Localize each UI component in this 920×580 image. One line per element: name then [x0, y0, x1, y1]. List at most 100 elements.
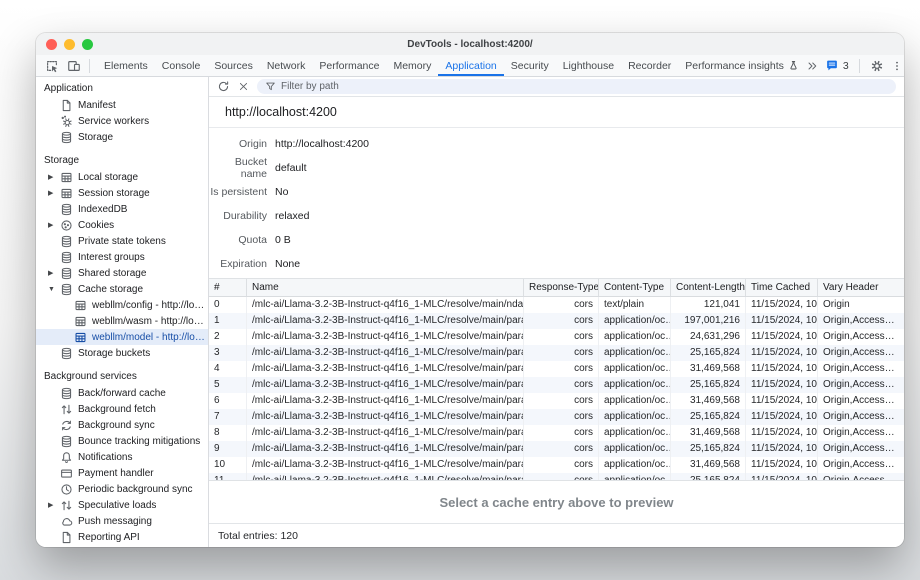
sidebar-item-manifest[interactable]: Manifest — [36, 97, 208, 113]
device-toolbar-icon[interactable] — [64, 57, 84, 75]
table-cell: 31,469,568 — [671, 361, 746, 377]
kebab-menu-icon[interactable] — [891, 59, 903, 73]
sidebar-item-session-storage[interactable]: Session storage — [36, 185, 208, 201]
table-row[interactable]: 6/mlc-ai/Llama-3.2-3B-Instruct-q4f16_1-M… — [209, 393, 904, 409]
column-header-name[interactable]: Name — [247, 279, 524, 296]
tab-memory[interactable]: Memory — [386, 55, 438, 76]
issues-counter[interactable]: 3 — [825, 59, 849, 72]
tab-performance-insights[interactable]: Performance insights — [678, 55, 806, 76]
minimize-button[interactable] — [64, 39, 75, 50]
sidebar-item-webllm-model-http-loc[interactable]: webllm/model - http://loc… — [36, 329, 208, 345]
tab-sources[interactable]: Sources — [207, 55, 260, 76]
tab-security[interactable]: Security — [504, 55, 556, 76]
delete-selected-icon[interactable] — [238, 81, 249, 92]
grid-header-row[interactable]: #NameResponse-TypeContent-TypeContent-Le… — [209, 279, 904, 297]
table-row[interactable]: 0/mlc-ai/Llama-3.2-3B-Instruct-q4f16_1-M… — [209, 297, 904, 313]
zoom-button[interactable] — [82, 39, 93, 50]
table-cell: cors — [524, 345, 599, 361]
column-header-response-type[interactable]: Response-Type — [524, 279, 599, 296]
sidebar-item-periodic-background-sync[interactable]: Periodic background sync — [36, 481, 208, 497]
column-header-content-length[interactable]: Content-Length — [671, 279, 746, 296]
table-cell: /mlc-ai/Llama-3.2-3B-Instruct-q4f16_1-ML… — [247, 345, 524, 361]
sidebar-item-notifications[interactable]: Notifications — [36, 449, 208, 465]
toolbar-right-icons: 3 — [806, 55, 904, 76]
grid-body[interactable]: 0/mlc-ai/Llama-3.2-3B-Instruct-q4f16_1-M… — [209, 297, 904, 480]
tab-network[interactable]: Network — [260, 55, 313, 76]
table-row[interactable]: 2/mlc-ai/Llama-3.2-3B-Instruct-q4f16_1-M… — [209, 329, 904, 345]
tab-recorder[interactable]: Recorder — [621, 55, 678, 76]
settings-gear-icon[interactable] — [870, 59, 884, 73]
table-cell: cors — [524, 361, 599, 377]
table-row[interactable]: 5/mlc-ai/Llama-3.2-3B-Instruct-q4f16_1-M… — [209, 377, 904, 393]
database-icon — [60, 251, 73, 264]
chevron-right-icon[interactable] — [48, 497, 53, 513]
table-row[interactable]: 1/mlc-ai/Llama-3.2-3B-Instruct-q4f16_1-M… — [209, 313, 904, 329]
sidebar-item-storage[interactable]: Storage — [36, 129, 208, 145]
sidebar-item-cookies[interactable]: Cookies — [36, 217, 208, 233]
sidebar-item-label: Interest groups — [78, 252, 208, 263]
more-tabs-icon[interactable] — [806, 60, 818, 72]
table-row[interactable]: 8/mlc-ai/Llama-3.2-3B-Instruct-q4f16_1-M… — [209, 425, 904, 441]
chevron-down-icon[interactable] — [48, 281, 55, 297]
chevron-right-icon[interactable] — [48, 169, 53, 185]
total-entries: Total entries: 120 — [218, 530, 298, 542]
sidebar-item-payment-handler[interactable]: Payment handler — [36, 465, 208, 481]
sidebar-item-speculative-loads[interactable]: Speculative loads — [36, 497, 208, 513]
tab-performance[interactable]: Performance — [312, 55, 386, 76]
table-cell: 11/15/2024, 10… — [746, 457, 818, 473]
sidebar-item-push-messaging[interactable]: Push messaging — [36, 513, 208, 529]
table-cell: application/oc… — [599, 377, 671, 393]
sidebar-item-storage-buckets[interactable]: Storage buckets — [36, 345, 208, 361]
service-worker-icon — [60, 115, 73, 128]
table-cell: 25,165,824 — [671, 441, 746, 457]
column-header-content-type[interactable]: Content-Type — [599, 279, 671, 296]
sidebar-item-webllm-wasm-http-loca[interactable]: webllm/wasm - http://loca… — [36, 313, 208, 329]
table-row[interactable]: 11/mlc-ai/Llama-3.2-3B-Instruct-q4f16_1-… — [209, 473, 904, 480]
refresh-icon[interactable] — [217, 80, 230, 93]
table-icon — [74, 299, 87, 312]
table-icon — [60, 171, 73, 184]
sidebar-item-local-storage[interactable]: Local storage — [36, 169, 208, 185]
sidebar-item-service-workers[interactable]: Service workers — [36, 113, 208, 129]
sidebar-item-interest-groups[interactable]: Interest groups — [36, 249, 208, 265]
table-cell: cors — [524, 425, 599, 441]
close-button[interactable] — [46, 39, 57, 50]
column-header-[interactable]: # — [209, 279, 247, 296]
filter-by-path-input[interactable]: Filter by path — [257, 79, 896, 94]
chevron-right-icon[interactable] — [48, 185, 53, 201]
sidebar-item-reporting-api[interactable]: Reporting API — [36, 529, 208, 545]
tab-console[interactable]: Console — [155, 55, 208, 76]
sidebar-item-cache-storage[interactable]: Cache storage — [36, 281, 208, 297]
table-cell: 11/15/2024, 10… — [746, 361, 818, 377]
sidebar-item-back-forward-cache[interactable]: Back/forward cache — [36, 385, 208, 401]
sidebar-item-background-fetch[interactable]: Background fetch — [36, 401, 208, 417]
table-row[interactable]: 9/mlc-ai/Llama-3.2-3B-Instruct-q4f16_1-M… — [209, 441, 904, 457]
tab-lighthouse[interactable]: Lighthouse — [556, 55, 621, 76]
tab-elements[interactable]: Elements — [97, 55, 155, 76]
sidebar-item-private-state-tokens[interactable]: Private state tokens — [36, 233, 208, 249]
inspect-icon[interactable] — [42, 57, 62, 75]
table-cell: 11 — [209, 473, 247, 480]
sidebar-item-webllm-config-http-loc[interactable]: webllm/config - http://loc… — [36, 297, 208, 313]
metadata-value: 0 B — [275, 234, 291, 246]
sidebar-item-indexeddb[interactable]: IndexedDB — [36, 201, 208, 217]
table-cell: 11/15/2024, 10… — [746, 345, 818, 361]
sidebar-item-shared-storage[interactable]: Shared storage — [36, 265, 208, 281]
column-header-time-cached[interactable]: Time Cached — [746, 279, 818, 296]
table-row[interactable]: 4/mlc-ai/Llama-3.2-3B-Instruct-q4f16_1-M… — [209, 361, 904, 377]
chevron-right-icon[interactable] — [48, 217, 53, 233]
sidebar-item-bounce-tracking-mitigations[interactable]: Bounce tracking mitigations — [36, 433, 208, 449]
table-row[interactable]: 10/mlc-ai/Llama-3.2-3B-Instruct-q4f16_1-… — [209, 457, 904, 473]
metadata-row: Originhttp://localhost:4200 — [209, 132, 904, 156]
preview-pane: Select a cache entry above to preview — [209, 481, 904, 523]
chevron-right-icon[interactable] — [48, 265, 53, 281]
table-row[interactable]: 3/mlc-ai/Llama-3.2-3B-Instruct-q4f16_1-M… — [209, 345, 904, 361]
column-header-vary-header[interactable]: Vary Header — [818, 279, 904, 296]
table-cell: /mlc-ai/Llama-3.2-3B-Instruct-q4f16_1-ML… — [247, 313, 524, 329]
sidebar-item-background-sync[interactable]: Background sync — [36, 417, 208, 433]
tab-application[interactable]: Application — [438, 55, 503, 76]
table-row[interactable]: 7/mlc-ai/Llama-3.2-3B-Instruct-q4f16_1-M… — [209, 409, 904, 425]
table-cell: Origin,Access… — [818, 409, 904, 425]
database-icon — [60, 131, 73, 144]
metadata-row: ExpirationNone — [209, 252, 904, 276]
